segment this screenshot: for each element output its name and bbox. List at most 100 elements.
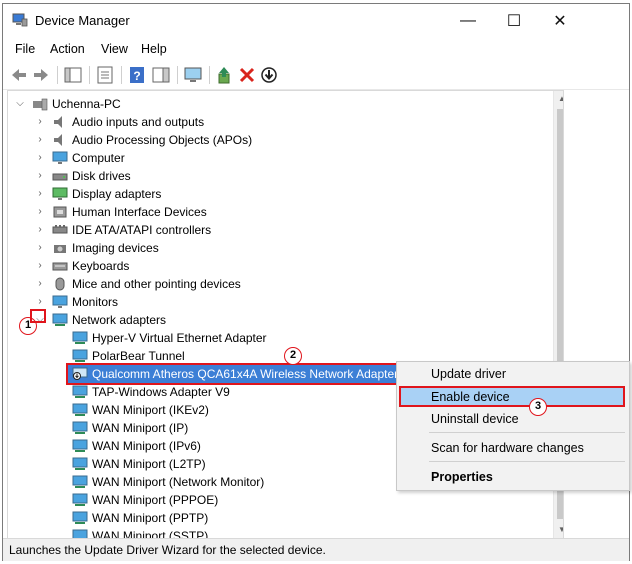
context-menu: Update driver Enable device Uninstall de… — [396, 361, 630, 491]
category-label: Human Interface Devices — [72, 205, 207, 219]
speaker-icon — [54, 134, 62, 146]
category-label: Imaging devices — [72, 241, 159, 255]
category-label: Disk drives — [72, 169, 131, 183]
action-pane-icon[interactable] — [151, 65, 171, 85]
chevron-right-icon[interactable]: › — [34, 131, 46, 149]
adapter-label: WAN Miniport (IKEv2) — [92, 403, 209, 417]
help-icon[interactable]: ? — [127, 65, 147, 85]
adapter-label: TAP-Windows Adapter V9 — [92, 385, 230, 399]
menu-action[interactable]: Action — [50, 42, 85, 56]
menu-file[interactable]: File — [15, 42, 35, 56]
network-adapter-icon — [72, 349, 88, 362]
chevron-down-icon[interactable]: ⌵ — [14, 95, 26, 113]
monitor-icon — [52, 151, 68, 164]
display-adapter-icon — [52, 187, 68, 200]
scroll-up-icon[interactable]: ▲ — [554, 91, 563, 107]
camera-icon — [54, 245, 66, 253]
maximize-button[interactable]: ☐ — [491, 4, 537, 37]
monitor-scan-icon[interactable] — [183, 65, 203, 85]
toolbar-separator — [89, 66, 90, 84]
network-adapter-icon — [72, 403, 88, 416]
chevron-right-icon[interactable]: › — [34, 239, 46, 257]
category-label: Audio inputs and outputs — [72, 115, 205, 129]
window-title: Device Manager — [35, 13, 130, 28]
maximize-icon: ☐ — [506, 12, 522, 30]
chevron-right-icon[interactable]: › — [34, 113, 46, 131]
console-tree-icon[interactable] — [63, 65, 83, 85]
keyboard-icon — [52, 262, 68, 271]
hid-icon — [53, 206, 67, 218]
device-manager-icon — [12, 13, 28, 27]
category-label: Monitors — [72, 295, 119, 309]
network-adapter-icon — [72, 511, 88, 524]
properties-icon[interactable] — [95, 65, 115, 85]
network-adapter-icon — [72, 385, 88, 398]
selection-highlight-box — [66, 363, 400, 385]
menu-help[interactable]: Help — [141, 42, 167, 56]
network-adapter-icon — [72, 421, 88, 434]
category-label: Display adapters — [72, 187, 162, 201]
chevron-right-icon[interactable]: › — [34, 185, 46, 203]
scroll-down-icon[interactable]: ▼ — [554, 522, 563, 538]
title-bar: Device Manager — ☐ ✕ — [3, 4, 629, 37]
chevron-right-icon[interactable]: › — [34, 203, 46, 221]
adapter-label: WAN Miniport (Network Monitor) — [92, 475, 265, 489]
chevron-right-icon[interactable]: › — [34, 149, 46, 167]
status-bar: Launches the Update Driver Wizard for th… — [3, 538, 629, 561]
chevron-right-icon[interactable]: › — [34, 257, 46, 275]
speaker-icon — [54, 116, 62, 128]
menu-scan-hardware[interactable]: Scan for hardware changes — [431, 441, 584, 455]
chevron-right-icon[interactable]: › — [34, 221, 46, 239]
ide-controller-icon — [52, 225, 68, 234]
minimize-button[interactable]: — — [445, 4, 491, 37]
adapter-label: WAN Miniport (IP) — [92, 421, 189, 435]
disk-icon — [52, 173, 68, 181]
category-label: Network adapters — [72, 313, 167, 327]
toolbar-separator — [57, 66, 58, 84]
monitor-icon — [52, 295, 68, 308]
adapter-label: WAN Miniport (PPTP) — [92, 511, 209, 525]
adapter-label: Hyper-V Virtual Ethernet Adapter — [92, 331, 267, 345]
toolbar-separator — [177, 66, 178, 84]
toolbar: ? — [3, 61, 629, 90]
network-adapter-icon — [72, 439, 88, 452]
category-label: Audio Processing Objects (APOs) — [72, 133, 253, 147]
close-button[interactable]: ✕ — [537, 4, 583, 37]
callout-3: 3 — [529, 398, 547, 416]
svg-text:?: ? — [133, 69, 140, 83]
adapter-label: WAN Miniport (L2TP) — [92, 457, 206, 471]
network-adapter-icon — [52, 313, 68, 326]
menu-bar: File Action View Help — [3, 38, 629, 60]
menu-update-driver[interactable]: Update driver — [431, 367, 506, 381]
uninstall-icon[interactable] — [237, 65, 257, 85]
category-label: Mice and other pointing devices — [72, 277, 241, 291]
menu-enable-device[interactable]: Enable device — [431, 390, 510, 404]
forward-icon[interactable] — [31, 65, 51, 85]
menu-view[interactable]: View — [101, 42, 128, 56]
back-icon[interactable] — [9, 65, 29, 85]
disable-icon[interactable] — [259, 65, 279, 85]
minimize-icon: — — [460, 11, 476, 29]
chevron-right-icon[interactable]: › — [34, 275, 46, 293]
network-adapter-icon — [72, 493, 88, 506]
network-adapter-icon — [72, 457, 88, 470]
menu-separator — [429, 432, 625, 433]
status-text: Launches the Update Driver Wizard for th… — [9, 543, 326, 557]
adapter-label: WAN Miniport (PPPOE) — [92, 493, 219, 507]
expand-highlight-box — [30, 309, 46, 323]
chevron-right-icon[interactable]: › — [34, 167, 46, 185]
close-icon: ✕ — [553, 12, 567, 30]
adapter-label: WAN Miniport (IPv6) — [92, 439, 201, 453]
update-driver-icon[interactable] — [215, 65, 235, 85]
network-adapter-icon — [72, 475, 88, 488]
menu-properties[interactable]: Properties — [431, 470, 493, 484]
menu-separator — [429, 461, 625, 462]
computer-icon — [33, 98, 48, 111]
toolbar-separator — [209, 66, 210, 84]
mouse-icon — [55, 277, 65, 291]
menu-uninstall-device[interactable]: Uninstall device — [431, 412, 519, 426]
category-label: IDE ATA/ATAPI controllers — [72, 223, 212, 237]
callout-2: 2 — [284, 347, 302, 365]
category-label: Keyboards — [72, 259, 130, 273]
toolbar-separator — [121, 66, 122, 84]
